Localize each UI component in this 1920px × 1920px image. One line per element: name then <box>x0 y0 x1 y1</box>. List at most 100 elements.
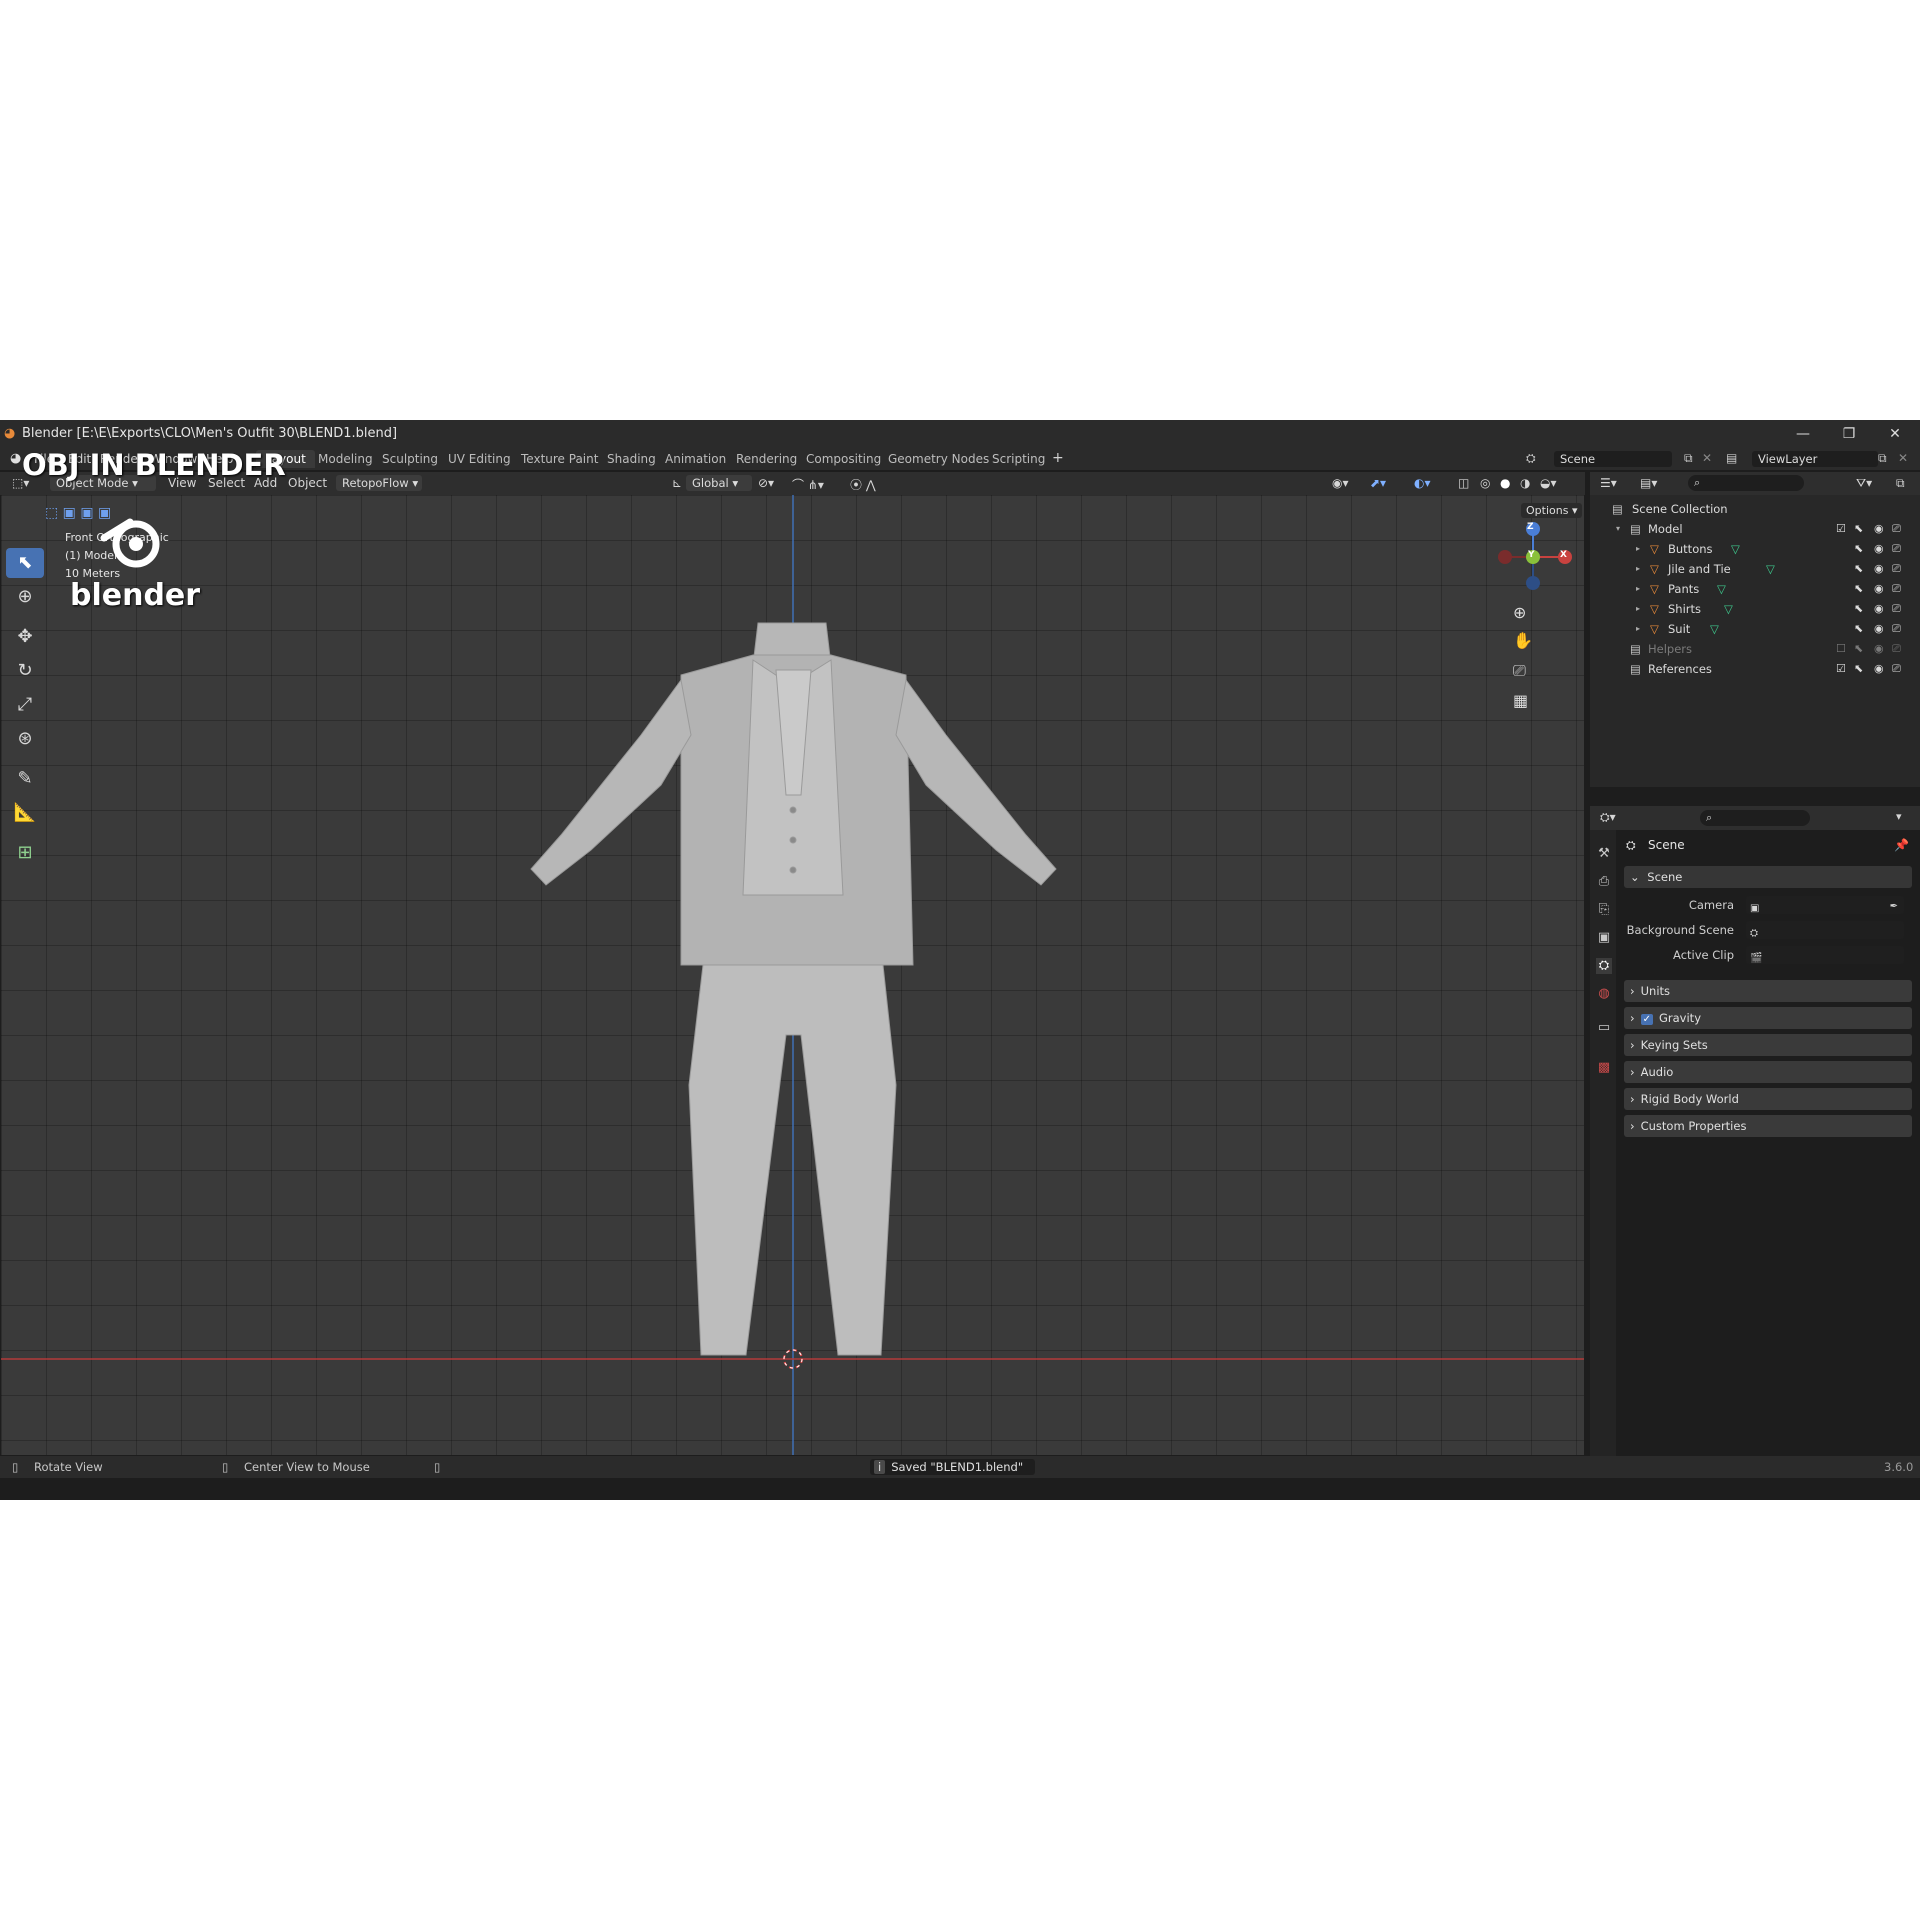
pivot-icon[interactable]: ⊘▾ <box>758 476 774 490</box>
render-camera-icon[interactable]: ⎚ <box>1892 559 1901 579</box>
expand-icon[interactable]: ▸ <box>1636 579 1640 599</box>
rendered-shading-icon[interactable]: ◒▾ <box>1540 476 1557 490</box>
outliner-row[interactable]: ▸ ▽ Pants ▽ ⬉ ◉ ⎚ <box>1590 579 1920 599</box>
render-camera-icon[interactable]: ⎚ <box>1892 599 1901 619</box>
xray-icon[interactable]: ◫ <box>1458 476 1469 490</box>
expand-icon[interactable]: ▾ <box>1616 519 1620 539</box>
gizmo-z-label[interactable]: Z <box>1527 522 1534 532</box>
outliner-row[interactable]: ▸ ▽ Jile and Tie ▽ ⬉ ◉ ⎚ <box>1590 559 1920 579</box>
material-shading-icon[interactable]: ◑ <box>1520 476 1530 490</box>
expand-icon[interactable]: ▸ <box>1636 539 1640 559</box>
visibility-icon[interactable]: ◉▾ <box>1332 476 1349 490</box>
render-camera-icon[interactable]: ⎚ <box>1892 519 1901 539</box>
tab-shading[interactable]: Shading <box>598 450 665 468</box>
outliner-editor-icon[interactable]: ☰▾ <box>1600 476 1617 490</box>
tab-texture-paint[interactable]: Texture Paint <box>512 450 607 468</box>
scene-field[interactable]: Scene <box>1554 451 1672 467</box>
panel-units[interactable]: › Units <box>1624 980 1912 1002</box>
visibility-eye-icon[interactable]: ◉ <box>1874 579 1884 599</box>
panel-gravity[interactable]: › ✓ Gravity <box>1624 1007 1912 1029</box>
visibility-eye-icon[interactable]: ◉ <box>1874 659 1884 679</box>
scene-section-header[interactable]: ⌄ Scene <box>1624 866 1912 888</box>
collection-tab-icon[interactable]: ▭ <box>1596 1020 1612 1036</box>
tab-rendering[interactable]: Rendering <box>727 450 806 468</box>
duplicate-scene-icon[interactable]: ⧉ <box>1684 451 1693 466</box>
transform-orientation-icon[interactable]: ⊾ <box>672 476 682 490</box>
duplicate-viewlayer-icon[interactable]: ⧉ <box>1878 451 1887 466</box>
expand-icon[interactable]: ▸ <box>1636 559 1640 579</box>
gizmo-x-label[interactable]: X <box>1560 550 1567 560</box>
render-camera-icon[interactable]: ⎚ <box>1892 539 1901 559</box>
mesh-data-icon[interactable]: ▽ <box>1717 579 1726 599</box>
render-tab-icon[interactable]: ⎙ <box>1596 874 1612 890</box>
panel-audio[interactable]: › Audio <box>1624 1061 1912 1083</box>
visibility-eye-icon[interactable]: ◉ <box>1874 539 1884 559</box>
rotate-tool-icon[interactable]: ↻ <box>6 656 44 686</box>
outliner-root[interactable]: ▤ Scene Collection <box>1590 499 1920 519</box>
pin-icon[interactable]: 📌 <box>1894 834 1909 856</box>
close-icon[interactable]: ✕ <box>1880 424 1910 444</box>
panel-custom-properties[interactable]: › Custom Properties <box>1624 1115 1912 1137</box>
exclude-checkbox[interactable]: ☐ <box>1836 639 1846 659</box>
outliner-row[interactable]: ▤ Helpers ☐ ⬉ ◉ ⎚ <box>1590 639 1920 659</box>
view-layer-tab-icon[interactable]: ▣ <box>1596 930 1612 946</box>
texture-tab-icon[interactable]: ▩ <box>1596 1060 1612 1076</box>
visibility-eye-icon[interactable]: ◉ <box>1874 619 1884 639</box>
move-tool-icon[interactable]: ✥ <box>6 622 44 652</box>
render-camera-icon[interactable]: ⎚ <box>1892 659 1901 679</box>
maximize-icon[interactable]: ❐ <box>1834 424 1864 444</box>
outliner-row[interactable]: ▸ ▽ Suit ▽ ⬉ ◉ ⎚ <box>1590 619 1920 639</box>
world-tab-icon[interactable]: ◍ <box>1596 986 1612 1002</box>
new-collection-icon[interactable]: ⧉ <box>1896 476 1905 491</box>
tab-modeling[interactable]: Modeling <box>309 450 382 468</box>
tab-animation[interactable]: Animation <box>656 450 735 468</box>
measure-tool-icon[interactable]: 📐 <box>6 798 44 828</box>
options-dropdown[interactable]: Options ▾ <box>1521 503 1583 518</box>
minimize-icon[interactable]: — <box>1788 424 1818 444</box>
render-camera-icon[interactable]: ⎚ <box>1892 619 1901 639</box>
3d-viewport[interactable]: Z Y X ⊕ ✋ ⎚ ▦ Options ▾ Front Orthograph… <box>1 495 1584 1455</box>
properties-search-icon[interactable]: ⌕ <box>1700 810 1810 826</box>
outliner-row[interactable]: ▤ References ☑ ⬉ ◉ ⎚ <box>1590 659 1920 679</box>
delete-viewlayer-icon[interactable]: ✕ <box>1898 451 1908 465</box>
snap-icon[interactable]: ⌒ ⋔▾ <box>792 476 824 493</box>
tab-compositing[interactable]: Compositing <box>797 450 890 468</box>
cursor-tool-icon[interactable]: ⊕ <box>6 582 44 612</box>
expand-icon[interactable]: ▸ <box>1636 599 1640 619</box>
visibility-eye-icon[interactable]: ◉ <box>1874 559 1884 579</box>
selectable-icon[interactable]: ⬉ <box>1854 599 1863 619</box>
active-clip-field[interactable]: 🎬 <box>1746 946 1904 964</box>
mesh-data-icon[interactable]: ▽ <box>1731 539 1740 559</box>
render-camera-icon[interactable]: ⎚ <box>1892 639 1901 659</box>
transform-tool-icon[interactable]: ⊛ <box>6 724 44 754</box>
expand-icon[interactable]: ▸ <box>1636 619 1640 639</box>
display-mode-icon[interactable]: ▤▾ <box>1640 476 1657 490</box>
filter-icon[interactable]: ⛛▾ <box>1856 476 1872 491</box>
viewlayer-field[interactable]: ViewLayer <box>1752 451 1878 467</box>
viewlayer-selector-icon[interactable]: ▤ <box>1726 451 1737 465</box>
camera-field[interactable]: ▣ ✒ <box>1746 896 1904 914</box>
blender-menu-icon[interactable]: ◕ <box>10 451 21 466</box>
selectable-icon[interactable]: ⬉ <box>1854 519 1863 539</box>
mesh-data-icon[interactable]: ▽ <box>1724 599 1733 619</box>
gizmo-y-label[interactable]: Y <box>1528 550 1535 560</box>
selectable-icon[interactable]: ⬉ <box>1854 559 1863 579</box>
visibility-eye-icon[interactable]: ◉ <box>1874 599 1884 619</box>
panel-rigid-body-world[interactable]: › Rigid Body World <box>1624 1088 1912 1110</box>
tab-scripting[interactable]: Scripting <box>983 450 1054 468</box>
output-tab-icon[interactable]: ⎘ <box>1596 902 1612 918</box>
background-scene-field[interactable]: ⛭ <box>1746 921 1904 939</box>
mesh-data-icon[interactable]: ▽ <box>1710 619 1719 639</box>
outliner-search-icon[interactable]: ⌕ <box>1688 475 1804 491</box>
visibility-eye-icon[interactable]: ◉ <box>1874 639 1884 659</box>
exclude-checkbox[interactable]: ☑ <box>1836 659 1846 679</box>
selectable-icon[interactable]: ⬉ <box>1854 659 1863 679</box>
ortho-grid-icon[interactable]: ▦ <box>1513 691 1528 710</box>
visibility-eye-icon[interactable]: ◉ <box>1874 519 1884 539</box>
render-camera-icon[interactable]: ⎚ <box>1892 579 1901 599</box>
scene-selector-icon[interactable]: ⛭ <box>1526 451 1536 466</box>
annotate-tool-icon[interactable]: ✎ <box>6 764 44 794</box>
add-workspace-icon[interactable]: + <box>1052 450 1064 466</box>
tool-tab-icon[interactable]: ⚒ <box>1596 846 1612 862</box>
exclude-checkbox[interactable]: ☑ <box>1836 519 1846 539</box>
